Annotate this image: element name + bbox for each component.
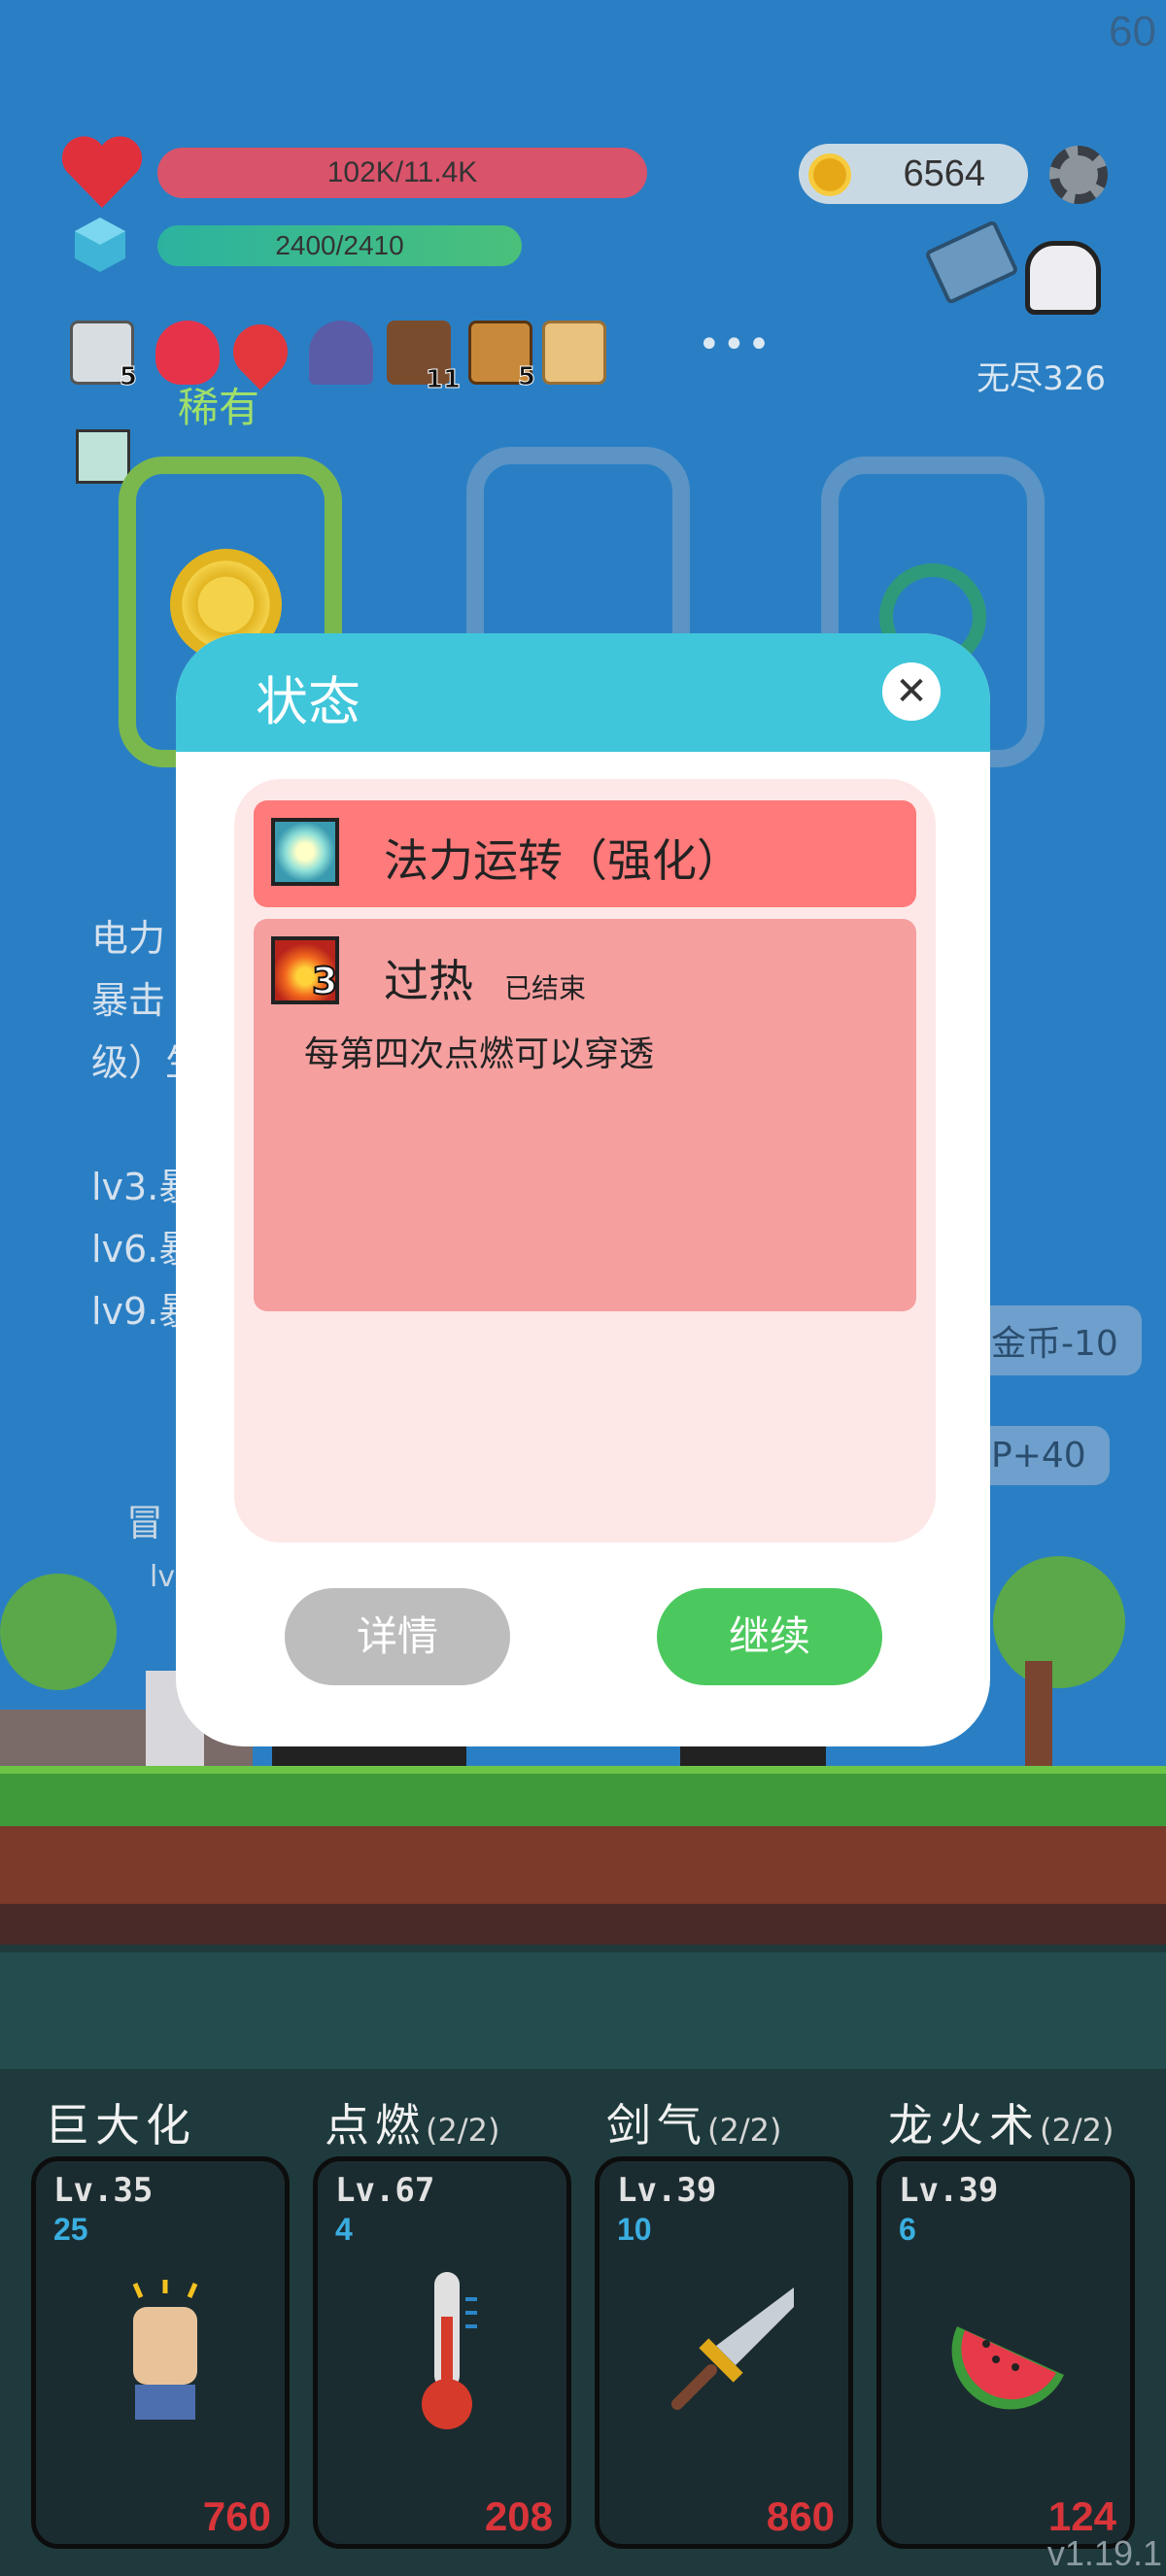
mana-bulb-icon (271, 818, 339, 886)
mana-crystal-icon (75, 218, 125, 272)
coin-icon (808, 153, 851, 196)
water-strip (0, 1952, 1166, 2069)
skill-card-ignite[interactable]: Lv.67 4 208 (313, 2156, 571, 2549)
skill-count: 10 (617, 2212, 652, 2247)
dirt-strip (0, 1826, 1166, 1904)
skill-card-sword-qi[interactable]: Lv.39 10 860 (595, 2156, 853, 2549)
watermelon-icon (951, 2326, 1064, 2410)
gear-icon[interactable] (1049, 146, 1108, 204)
buff-ended-tag: 已结束 (504, 972, 587, 1004)
pirate-ship-icon[interactable]: 11 (387, 321, 462, 395)
dialog-title: 状态 (256, 671, 360, 732)
rarity-label: 稀有 (178, 384, 260, 431)
endless-mode-label: 无尽326 (977, 359, 1106, 398)
scroll-icon[interactable] (542, 321, 606, 385)
fist-icon (132, 2280, 198, 2420)
relic-desc-line: 电力 (91, 917, 166, 960)
skill-count: 4 (335, 2212, 353, 2247)
wizard-hat-icon[interactable] (309, 321, 373, 385)
skill-title: 巨大化 (45, 2099, 196, 2152)
buff-list: 法力运转（强化） 3 过热 已结束 每第四次点燃可以穿透 (234, 779, 936, 1542)
fps-counter: 60 (1109, 8, 1156, 55)
buff-name: 过热 (384, 955, 473, 1007)
version-label: v1.19.1 (1046, 2533, 1162, 2573)
skill-cost: 208 (484, 2493, 553, 2539)
status-dialog: 状态 ✕ 法力运转（强化） 3 过热 已结束 每第四次点燃可以穿透 详情 继续 (176, 633, 990, 1746)
mana-bulb-icon[interactable] (76, 429, 130, 484)
skill-card-giant[interactable]: Lv.35 25 760 (31, 2156, 290, 2549)
deep-soil-strip (0, 1904, 1166, 1945)
skill-title: 龙火术(2/2) (888, 2099, 1115, 2152)
skill-level: Lv.67 (335, 2171, 435, 2210)
skill-level: Lv.35 (53, 2171, 154, 2210)
buff-item-mana-flow[interactable]: 法力运转（强化） (254, 800, 916, 907)
buff-description: 每第四次点燃可以穿透 (304, 1034, 655, 1074)
details-button[interactable]: 详情 (285, 1588, 510, 1685)
thermometer-icon (422, 2272, 477, 2429)
skill-cost: 760 (202, 2493, 271, 2539)
skill-title: 点燃(2/2) (325, 2099, 500, 2152)
skill-level: Lv.39 (899, 2171, 999, 2210)
ghost-icon[interactable] (1025, 241, 1101, 315)
buff-stack-count: 3 (311, 959, 338, 1003)
relic-desc-line: 暴击 (91, 979, 166, 1022)
book-icon[interactable]: 5 (468, 321, 536, 392)
skill-cost: 860 (766, 2493, 835, 2539)
mp-bar: 2400/2410 (157, 225, 522, 266)
buff-item-overheat[interactable]: 3 过热 已结束 每第四次点燃可以穿透 (254, 919, 916, 1311)
grass-strip (0, 1766, 1166, 1826)
skill-title: 剑气(2/2) (606, 2099, 782, 2152)
hp-bar: 102K/11.4K (157, 148, 647, 198)
sword-icon (671, 2288, 794, 2410)
mail-icon[interactable]: 5 (70, 321, 138, 392)
skill-count: 6 (899, 2212, 916, 2247)
more-menu-icon[interactable]: ••• (698, 322, 772, 367)
skill-card-dragon-fire[interactable]: Lv.39 6 124 (876, 2156, 1135, 2549)
close-icon[interactable]: ✕ (882, 662, 941, 721)
skill-level: Lv.39 (617, 2171, 717, 2210)
continue-button[interactable]: 继续 (657, 1588, 882, 1685)
heart-icon (61, 136, 143, 208)
skill-count: 25 (53, 2212, 88, 2247)
buff-name: 法力运转（强化） (384, 834, 741, 887)
